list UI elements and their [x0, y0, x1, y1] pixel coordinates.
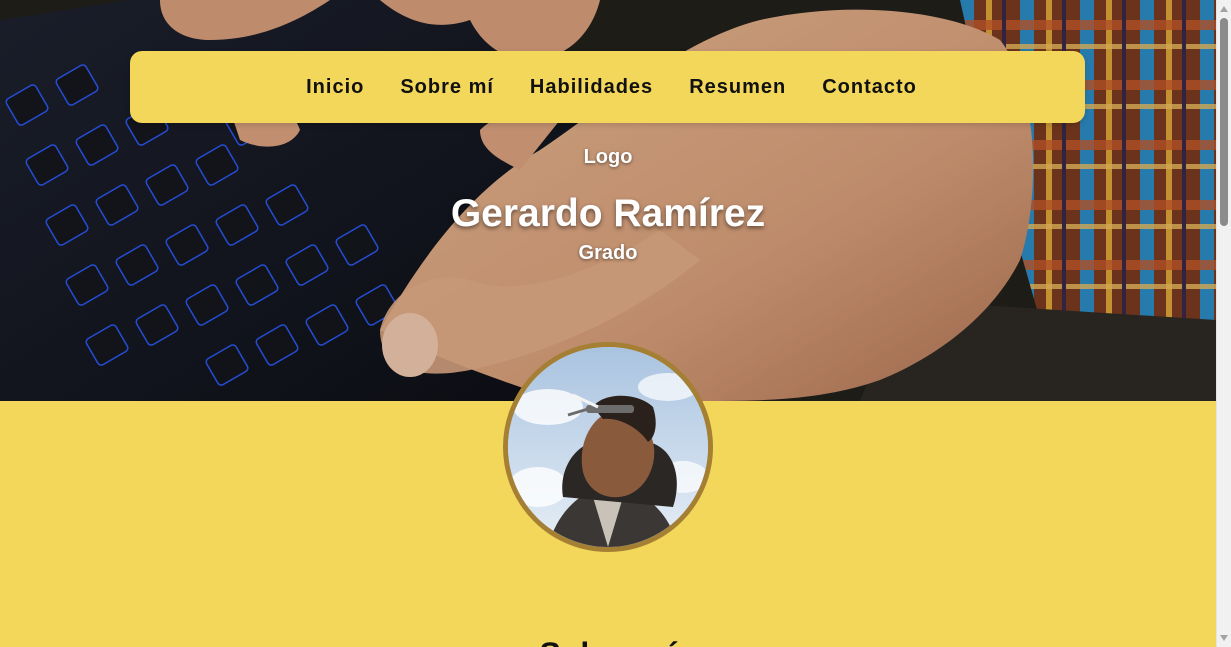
- nav-link-inicio[interactable]: Inicio: [306, 76, 364, 99]
- nav-link-habilidades[interactable]: Habilidades: [530, 76, 653, 99]
- nav-link-resumen[interactable]: Resumen: [689, 76, 786, 99]
- profile-avatar: [503, 342, 713, 552]
- hero-degree: Grado: [578, 242, 638, 264]
- page-scrollbar[interactable]: [1216, 0, 1231, 647]
- site-logo[interactable]: Logo: [0, 146, 1216, 169]
- about-section-heading: Sobre mí: [0, 636, 1216, 647]
- scrollbar-thumb[interactable]: [1220, 18, 1228, 226]
- main-navbar: Inicio Sobre mí Habilidades Resumen Cont…: [130, 51, 1085, 123]
- scroll-up-arrow-icon[interactable]: [1220, 6, 1228, 12]
- hero-name: Gerardo Ramírez: [450, 192, 766, 235]
- nav-link-contacto[interactable]: Contacto: [822, 76, 917, 99]
- scroll-down-arrow-icon[interactable]: [1220, 635, 1228, 641]
- profile-photo-icon: [508, 347, 708, 547]
- nav-link-sobre-mi[interactable]: Sobre mí: [400, 76, 494, 99]
